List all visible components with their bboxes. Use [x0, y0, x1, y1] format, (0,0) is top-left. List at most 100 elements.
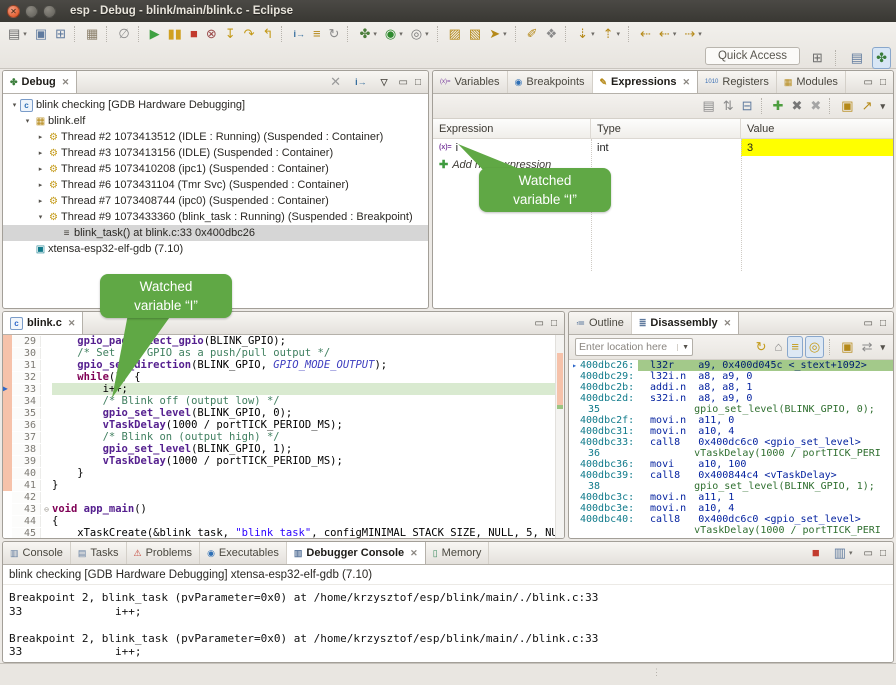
debug-tree-item[interactable]: ▾▦blink.elf [3, 113, 428, 129]
cpp-perspective-icon[interactable]: ▤ [848, 48, 866, 68]
view-menu-icon[interactable]: ▾ [877, 337, 888, 357]
skip-all-breakpoints-icon[interactable]: ∅ [115, 24, 132, 44]
tree-expander-icon[interactable]: ▾ [9, 101, 20, 109]
code-text[interactable]: { [52, 515, 564, 527]
tab-debug[interactable]: ✤ Debug ✕ [3, 71, 77, 93]
instruction-stepping-icon[interactable]: i→ [290, 24, 308, 44]
remove-all-expressions-icon[interactable]: ✖ [807, 96, 824, 116]
code-line[interactable]: 35 gpio_set_level(BLINK_GPIO, 0); [3, 407, 564, 419]
disassembly-line[interactable]: 400dbc3e: movi.n a10, 4 [569, 503, 893, 514]
code-text[interactable]: } [52, 467, 564, 479]
code-text[interactable]: i++; [52, 383, 564, 395]
link-icon[interactable]: ⇄ [859, 337, 876, 357]
code-line[interactable]: 44{ [3, 515, 564, 527]
disassembly-line[interactable]: ▸400dbc26: l32r a9, 0x400d045c <_stext+1… [569, 360, 893, 371]
close-tab-icon[interactable]: ✕ [410, 548, 418, 559]
code-line[interactable]: 29 gpio_pad_select_gpio(BLINK_GPIO); [3, 335, 564, 347]
debug-tree-item[interactable]: ▸⚙Thread #6 1073431104 (Tmr Svc) (Suspen… [3, 177, 428, 193]
diff-annotation-bar[interactable]: ▶ [3, 383, 12, 395]
disassembly-line[interactable]: 400dbc33: call8 0x400dc6c0 <gpio_set_lev… [569, 437, 893, 448]
diff-annotation-bar[interactable] [3, 527, 12, 539]
add-new-expression-icon[interactable]: ✚ [770, 96, 787, 116]
diff-annotation-bar[interactable] [3, 371, 12, 383]
code-text[interactable]: vTaskDelay(1000 / portTICK_PERIOD_MS); [52, 455, 564, 467]
window-maximize-icon[interactable] [43, 5, 56, 18]
code-text[interactable]: vTaskDelay(1000 / portTICK_PERIOD_MS); [52, 419, 564, 431]
tab-executables[interactable]: ◉Executables [200, 542, 287, 564]
code-text[interactable]: gpio_pad_select_gpio(BLINK_GPIO); [52, 335, 564, 347]
tab-expressions[interactable]: ✎Expressions✕ [593, 71, 699, 93]
dropdown-arrow-icon[interactable]: ▾ [23, 30, 27, 38]
fold-toggle-icon[interactable]: ⊖ [41, 505, 52, 514]
terminate-console-icon[interactable]: ■ [809, 543, 823, 563]
code-line[interactable]: 45 xTaskCreate(&blink_task, "blink_task"… [3, 527, 564, 539]
diff-annotation-bar[interactable] [3, 335, 12, 347]
code-line[interactable]: 37 /* Blink on (output high) */ [3, 431, 564, 443]
view-menu-icon[interactable]: ▽ [378, 72, 391, 92]
disassembly-line[interactable]: 400dbc2f: movi.n a11, 0 [569, 415, 893, 426]
quick-access-button[interactable]: Quick Access [705, 47, 800, 65]
tree-expander-icon[interactable]: ▾ [35, 213, 46, 221]
resume-icon[interactable]: ▶ [147, 24, 163, 44]
maximize-view-icon[interactable]: □ [880, 548, 886, 559]
run-icon[interactable]: ◉▾ [382, 24, 406, 44]
code-text[interactable]: void app_main() [52, 503, 564, 515]
display-selected-console-icon[interactable]: ▥▾ [831, 543, 856, 563]
debug-tree-item[interactable]: ▸⚙Thread #5 1073410208 (ipc1) (Suspended… [3, 161, 428, 177]
expression-row[interactable]: (x)=iint3 [433, 139, 893, 156]
tree-expander-icon[interactable]: ▸ [35, 197, 46, 205]
minimize-view-icon[interactable]: ▭ [399, 77, 408, 88]
tab-tasks[interactable]: ▤Tasks [71, 542, 127, 564]
remove-all-terminated-icon[interactable]: ✕ [327, 72, 344, 92]
code-text[interactable]: /* Set the GPIO as a push/pull output */ [52, 347, 564, 359]
disassembly-line[interactable]: 36 vTaskDelay(1000 / portTICK_PERI [569, 448, 893, 459]
code-line[interactable]: 32 while(1) { [3, 371, 564, 383]
code-text[interactable]: gpio_set_direction(BLINK_GPIO, GPIO_MODE… [52, 359, 564, 371]
diff-annotation-bar[interactable] [3, 491, 12, 503]
column-expression[interactable]: Expression [433, 119, 591, 138]
diff-annotation-bar[interactable] [3, 407, 12, 419]
code-text[interactable]: xTaskCreate(&blink_task, "blink_task", c… [52, 527, 565, 539]
tab-modules[interactable]: ▦Modules [777, 71, 846, 93]
save-all-icon[interactable]: ⊞ [52, 24, 69, 44]
disassembly-line[interactable]: 400dbc3c: movi.n a11, 1 [569, 492, 893, 503]
disassembly-line[interactable]: 400dbc40: call8 0x400dc6c0 <gpio_set_lev… [569, 514, 893, 525]
diff-annotation-bar[interactable] [3, 467, 12, 479]
code-line[interactable]: 36 vTaskDelay(1000 / portTICK_PERIOD_MS)… [3, 419, 564, 431]
refresh-icon[interactable]: ↻ [753, 337, 770, 357]
debug-tree-item[interactable]: ▣xtensa-esp32-elf-gdb (7.10) [3, 241, 428, 257]
tab-disassembly[interactable]: ≣Disassembly✕ [632, 312, 739, 334]
tab-debugger-console[interactable]: ▥Debugger Console✕ [287, 542, 426, 564]
window-minimize-icon[interactable] [25, 5, 38, 18]
terminate-icon[interactable]: ■ [187, 24, 201, 44]
code-line[interactable]: 42 [3, 491, 564, 503]
tab-outline[interactable]: ≔Outline [569, 312, 632, 334]
code-line[interactable]: 34 /* Blink off (output low) */ [3, 395, 564, 407]
diff-annotation-bar[interactable] [3, 479, 12, 491]
disassembly-line[interactable]: vTaskDelay(1000 / portTICK_PERI [569, 525, 893, 536]
dropdown-arrow-icon[interactable]: ▾ [503, 30, 507, 38]
code-line[interactable]: 38 gpio_set_level(BLINK_GPIO, 1); [3, 443, 564, 455]
disassembly-line[interactable]: 400dbc2d: s32i.n a8, a9, 0 [569, 393, 893, 404]
column-type[interactable]: Type [591, 119, 741, 138]
show-type-names-icon[interactable]: ▤ [699, 96, 717, 116]
disassembly-line[interactable]: 400dbc2b: addi.n a8, a8, 1 [569, 382, 893, 393]
disconnect-icon[interactable]: ⊗ [203, 24, 220, 44]
tree-expander-icon[interactable]: ▸ [35, 181, 46, 189]
use-step-filters-icon[interactable]: ≡ [310, 24, 324, 44]
code-line[interactable]: 41} [3, 479, 564, 491]
open-element-icon[interactable]: ▨ [446, 24, 464, 44]
debug-tree-item[interactable]: ▸⚙Thread #3 1073413156 (IDLE) (Suspended… [3, 145, 428, 161]
view-menu-icon[interactable]: ▾ [877, 96, 888, 116]
disassembly-line[interactable]: 400dbc39: call8 0x400844c4 <vTaskDelay> [569, 470, 893, 481]
diff-annotation-bar[interactable] [3, 431, 12, 443]
diff-annotation-bar[interactable] [3, 347, 12, 359]
code-line[interactable]: 43⊖void app_main() [3, 503, 564, 515]
tab-blink-c[interactable]: c blink.c ✕ [3, 312, 83, 334]
code-line[interactable]: 30 /* Set the GPIO as a push/pull output… [3, 347, 564, 359]
disassembly-line[interactable]: 400dbc36: movi a10, 100 [569, 459, 893, 470]
debug-tree-item[interactable]: ▾⚙Thread #9 1073433360 (blink_task : Run… [3, 209, 428, 225]
step-into-icon[interactable]: ↧ [222, 24, 239, 44]
code-text[interactable]: while(1) { [52, 371, 564, 383]
dropdown-arrow-icon[interactable]: ▾ [425, 30, 429, 38]
